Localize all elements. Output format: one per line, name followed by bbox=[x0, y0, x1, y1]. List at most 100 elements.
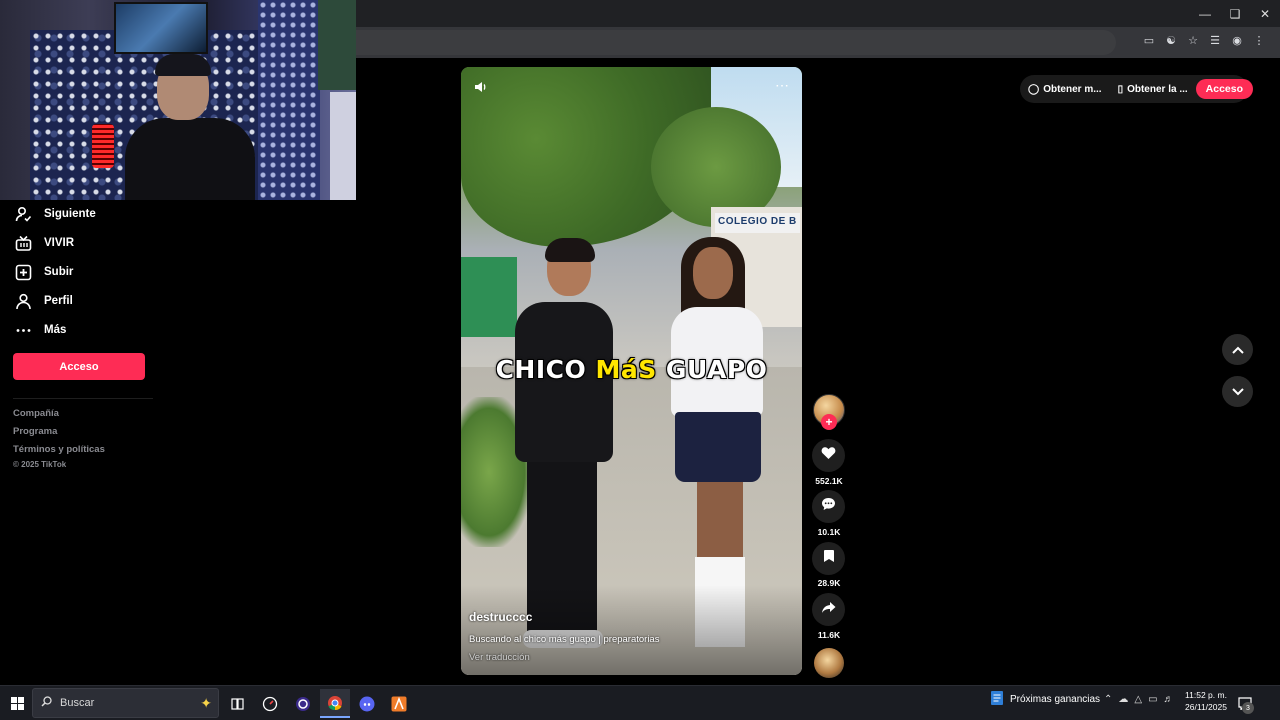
taskbar-search[interactable]: ✦ bbox=[32, 688, 219, 718]
streamer-cap bbox=[155, 54, 211, 76]
get-app-button[interactable]: ▯ Obtener la ... bbox=[1110, 84, 1196, 95]
kebab-menu-icon[interactable]: ⋮ bbox=[1252, 33, 1266, 47]
windows-start-icon[interactable] bbox=[6, 692, 28, 714]
search-input[interactable] bbox=[60, 697, 180, 709]
music-disc-icon[interactable] bbox=[814, 648, 844, 678]
copyright-text: © 2025 TikTok bbox=[13, 460, 67, 469]
speaker-icon[interactable]: ♬ bbox=[1164, 694, 1174, 705]
chevron-up-icon bbox=[1231, 341, 1244, 359]
address-bar[interactable] bbox=[356, 30, 1116, 55]
media-controls-icon[interactable]: ☰ bbox=[1208, 33, 1222, 47]
get-app-label: Obtener la ... bbox=[1127, 83, 1188, 95]
caption-highlight: MáS bbox=[595, 355, 657, 384]
taskbar: ✦ Próximas ganancias ⌃ ☁ △ ▭ ♬ 11:52 p. … bbox=[0, 685, 1280, 720]
boy-hair bbox=[545, 238, 595, 262]
webcam-overlay bbox=[0, 0, 356, 200]
share-icon bbox=[821, 601, 836, 619]
login-button[interactable]: Acceso bbox=[13, 353, 145, 380]
video-player[interactable]: COLEGIO DE B CHICO MáS GUAPO ⋯ destruccc… bbox=[461, 67, 802, 675]
sidebar-item-following[interactable]: Siguiente bbox=[14, 204, 96, 224]
footer-link-company[interactable]: Compañía bbox=[13, 408, 59, 419]
tray-expand-icon[interactable]: ⌃ bbox=[1104, 694, 1112, 705]
webcam-background-panel bbox=[258, 0, 320, 200]
streamer-body bbox=[125, 118, 255, 200]
clock-time: 11:52 p. m. bbox=[1185, 690, 1227, 700]
following-icon bbox=[14, 205, 32, 223]
get-coins-button[interactable]: ◯ Obtener m... bbox=[1020, 84, 1110, 95]
bookmark-icon bbox=[823, 549, 835, 568]
widget-earnings[interactable]: Próximas ganancias bbox=[990, 690, 1100, 709]
obs-app-icon[interactable] bbox=[288, 689, 318, 718]
minimize-icon[interactable]: — bbox=[1190, 0, 1220, 27]
phone-icon: ▯ bbox=[1117, 83, 1124, 95]
account-icon[interactable]: ◉ bbox=[1230, 33, 1244, 47]
caption-text-1: CHICO bbox=[495, 355, 596, 384]
video-description: Buscando al chico más guapo | preparator… bbox=[469, 634, 660, 645]
like-button[interactable] bbox=[812, 439, 845, 472]
network-icon[interactable]: ▭ bbox=[1148, 694, 1157, 705]
sidebar-item-label: Siguiente bbox=[44, 208, 96, 220]
streamer bbox=[125, 54, 255, 200]
sidebar-divider bbox=[13, 398, 153, 399]
browser-titlebar: — ❑ ✕ bbox=[356, 0, 1280, 27]
share-button[interactable] bbox=[812, 593, 845, 626]
chevron-down-icon bbox=[1231, 383, 1244, 401]
comment-count: 10.1K bbox=[817, 527, 841, 537]
sidebar-item-live[interactable]: VIVIR bbox=[14, 233, 74, 253]
install-app-icon[interactable]: ▭ bbox=[1142, 33, 1156, 47]
more-icon bbox=[14, 321, 32, 339]
volume-icon[interactable] bbox=[473, 79, 491, 97]
close-icon[interactable]: ✕ bbox=[1250, 0, 1280, 27]
comment-icon bbox=[821, 497, 836, 516]
follow-plus-icon[interactable]: + bbox=[821, 414, 837, 430]
get-coins-label: Obtener m... bbox=[1043, 83, 1102, 95]
comment-button[interactable] bbox=[812, 490, 845, 523]
orange-app-icon[interactable] bbox=[384, 689, 414, 718]
footer-link-program[interactable]: Programa bbox=[13, 426, 57, 437]
sidebar-item-label: VIVIR bbox=[44, 237, 75, 249]
translate-link[interactable]: Ver traducción bbox=[469, 652, 530, 663]
toolbar-icons: ▭ ☯ ☆ ☰ ◉ ⋮ bbox=[1142, 33, 1266, 47]
discord-app-icon[interactable] bbox=[352, 689, 382, 718]
save-button[interactable] bbox=[812, 542, 845, 575]
video-school-sign: COLEGIO DE B bbox=[715, 213, 800, 233]
video-more-icon[interactable]: ⋯ bbox=[775, 77, 790, 94]
search-icon bbox=[41, 694, 52, 712]
sidebar: Siguiente VIVIR Subir Perfil Más Acceso … bbox=[0, 200, 160, 685]
sidebar-item-label: Subir bbox=[44, 266, 74, 278]
girl-skirt bbox=[675, 412, 761, 482]
chrome-app-icon[interactable] bbox=[320, 689, 350, 718]
widget-earnings-label: Próximas ganancias bbox=[1010, 694, 1101, 705]
system-tray: ⌃ ☁ △ ▭ ♬ bbox=[1104, 694, 1174, 705]
microphone-icon[interactable]: △ bbox=[1134, 694, 1142, 705]
sidebar-item-profile[interactable]: Perfil bbox=[14, 291, 73, 311]
save-count: 28.9K bbox=[817, 578, 841, 588]
webcam-monitor bbox=[114, 2, 208, 54]
coin-icon: ◯ bbox=[1028, 83, 1040, 95]
window-controls: — ❑ ✕ bbox=[1190, 0, 1280, 27]
footer-link-terms[interactable]: Términos y políticas bbox=[13, 444, 105, 455]
system-clock[interactable]: 11:52 p. m. 26/11/2025 bbox=[1182, 689, 1230, 713]
task-view-icon[interactable] bbox=[222, 689, 252, 718]
sidebar-item-upload[interactable]: Subir bbox=[14, 262, 73, 282]
login-top-button[interactable]: Acceso bbox=[1195, 79, 1254, 99]
profile-icon bbox=[14, 292, 32, 310]
cloud-icon[interactable]: ☁ bbox=[1118, 694, 1128, 705]
previous-video-button[interactable] bbox=[1222, 334, 1253, 365]
video-caption-overlay: CHICO MáS GUAPO bbox=[461, 355, 802, 384]
document-icon bbox=[990, 690, 1004, 709]
bookmark-star-icon[interactable]: ☆ bbox=[1186, 33, 1200, 47]
translate-icon[interactable]: ☯ bbox=[1164, 33, 1178, 47]
live-icon bbox=[14, 234, 32, 252]
caption-text-2: GUAPO bbox=[656, 355, 768, 384]
video-author[interactable]: destrucccc bbox=[469, 610, 532, 624]
clock-date: 26/11/2025 bbox=[1185, 702, 1227, 712]
next-video-button[interactable] bbox=[1222, 376, 1253, 407]
notification-badge: 3 bbox=[1242, 702, 1254, 714]
sparkle-icon: ✦ bbox=[200, 694, 212, 711]
speedometer-app-icon[interactable] bbox=[255, 689, 285, 718]
sidebar-item-label: Más bbox=[44, 324, 67, 336]
restore-icon[interactable]: ❑ bbox=[1220, 0, 1250, 27]
browser-toolbar: ▭ ☯ ☆ ☰ ◉ ⋮ bbox=[356, 27, 1280, 58]
sidebar-item-more[interactable]: Más bbox=[14, 320, 66, 340]
